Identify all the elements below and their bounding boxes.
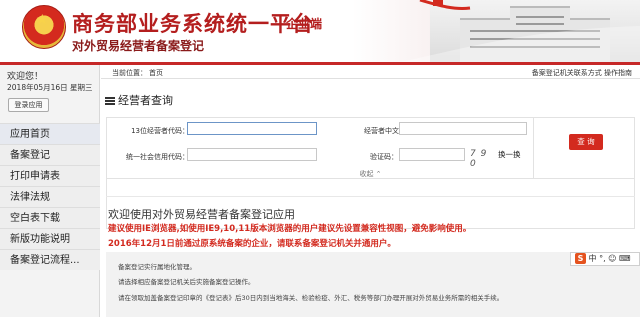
app-edition-tag: 企业端	[286, 17, 323, 31]
ime-status[interactable]: 中 °, ☺ ⌨	[589, 254, 631, 263]
sidebar-item-registration[interactable]: 备案登记	[0, 144, 100, 165]
credit-code-input[interactable]	[187, 148, 317, 161]
sidebar-item-new-features[interactable]: 新版功能说明	[0, 228, 100, 249]
welcome-text: 欢迎您！	[7, 72, 44, 82]
section-title-text: 经营者查询	[118, 94, 173, 107]
query-button[interactable]: 查 询	[569, 134, 603, 150]
notice-line: 请在领取加盖备案登记印章的《登记表》后30日内到当地海关、检验检疫、外汇、税务等…	[118, 294, 504, 302]
sidebar-item-print-form[interactable]: 打印申请表	[0, 165, 100, 186]
header-swoosh-decoration	[400, 0, 640, 62]
sidebar: 欢迎您！ 2018年05月16日 星期三 登录应用 应用首页 备案登记 打印申请…	[0, 65, 100, 317]
welcome-heading: 欢迎使用对外贸易经营者备案登记应用	[108, 208, 295, 221]
login-button[interactable]: 登录应用	[8, 98, 49, 112]
captcha-input[interactable]	[399, 148, 465, 161]
credit-code-label: 统一社会信用代码：	[126, 153, 189, 161]
app-title: 商务部业务系统统一平台	[72, 12, 314, 36]
captcha-label: 验证码：	[370, 153, 398, 161]
current-date: 2018年05月16日 星期三	[7, 83, 93, 92]
header-links[interactable]: 备案登记机关联系方式 操作指南	[532, 68, 632, 78]
breadcrumb: 当前位置： 首页 备案登记机关联系方式 操作指南	[101, 65, 640, 79]
main-content: 当前位置： 首页 备案登记机关联系方式 操作指南 经营者查询 13位经营者代码：…	[101, 65, 640, 317]
sidebar-item-home[interactable]: 应用首页	[0, 123, 100, 144]
app-header: ★ 商务部业务系统统一平台 企业端 对外贸易经营者备案登记	[0, 0, 640, 62]
breadcrumb-current[interactable]: 首页	[149, 68, 163, 78]
ime-toolbar[interactable]: S 中 °, ☺ ⌨	[570, 252, 640, 266]
content-divider	[106, 196, 635, 197]
section-title: 经营者查询	[105, 92, 173, 108]
migration-warning: 2016年12月1日前通过原系统备案的企业，请联系备案登记机关并通用户。	[108, 239, 396, 249]
sidebar-item-process[interactable]: 备案登记流程...	[0, 249, 100, 270]
sogou-ime-icon[interactable]: S	[575, 253, 586, 264]
app-subtitle: 对外贸易经营者备案登记	[72, 39, 205, 53]
sidebar-item-blank-forms[interactable]: 空白表下载	[0, 207, 100, 228]
browser-warning: 建议使用IE浏览器,如使用IE9,10,11版本浏览器的用户建议先设置兼容性视图…	[108, 224, 472, 234]
collapse-toggle[interactable]: 收起 ⌃	[106, 169, 635, 179]
notice-line: 请选择相应备案登记机关后实施备案登记操作。	[118, 278, 255, 286]
notice-box: 备案登记实行属地化管理。 请选择相应备案登记机关后实施备案登记操作。 请在领取加…	[106, 252, 640, 317]
emblem-star-icon: ★	[36, 12, 49, 28]
sidebar-nav: 应用首页 备案登记 打印申请表 法律法规 空白表下载 新版功能说明 备案登记流程…	[0, 123, 100, 270]
list-icon	[105, 96, 115, 107]
org-code-label: 13位经营者代码：	[131, 127, 189, 135]
breadcrumb-label: 当前位置：	[112, 69, 147, 77]
captcha-refresh-link[interactable]: 换一换	[498, 149, 521, 160]
org-code-input[interactable]	[187, 122, 317, 135]
sidebar-item-laws[interactable]: 法律法规	[0, 186, 100, 207]
captcha-image[interactable]: 7 9 0	[470, 149, 496, 169]
name-input[interactable]	[399, 122, 527, 135]
notice-line: 备案登记实行属地化管理。	[118, 263, 196, 271]
